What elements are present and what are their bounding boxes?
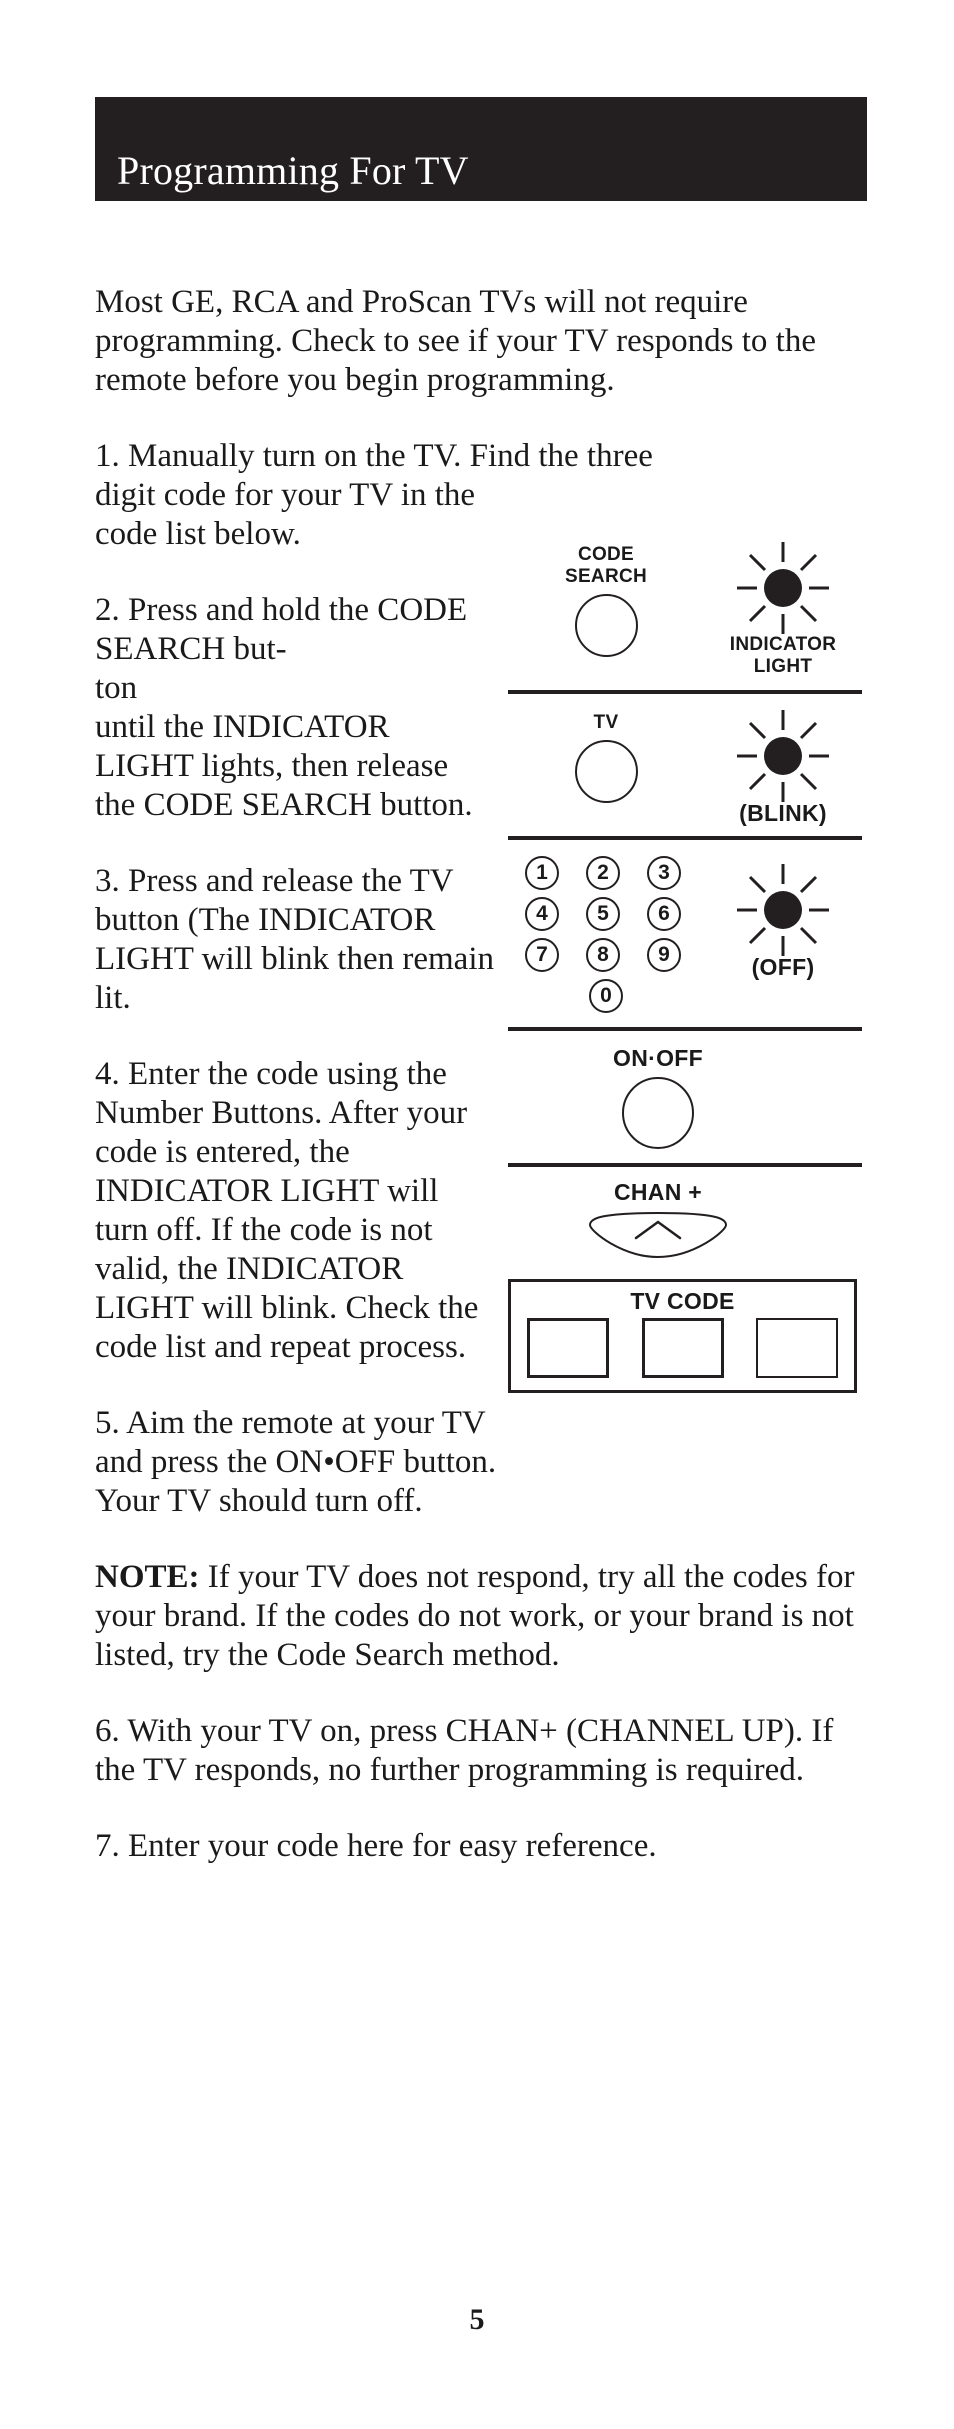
tv-code-slot-3[interactable] — [756, 1318, 838, 1378]
intro-paragraph: Most GE, RCA and ProScan TVs will not re… — [95, 284, 816, 398]
step-7: 7. Enter your code here for easy referen… — [95, 1828, 657, 1864]
tv-code-title: TV CODE — [630, 1288, 735, 1314]
tv-button[interactable] — [574, 740, 638, 803]
step-2-cont-b: until the INDICATOR LIGHT lights, then r… — [95, 709, 473, 823]
diagram-panel-tv-code: TV CODE — [508, 1279, 862, 1393]
tv-button-label: TV — [593, 712, 619, 733]
tv-code-slot-1[interactable] — [527, 1318, 609, 1378]
key-4[interactable]: 4 — [525, 897, 559, 931]
diagram-panel-chan-up: CHAN + — [508, 1167, 862, 1279]
diagram-panel-code-search: CODE SEARCH INDICATOR LIGHT — [508, 540, 862, 690]
key-3[interactable]: 3 — [647, 856, 681, 890]
chan-up-rocker-button[interactable] — [584, 1209, 732, 1261]
note-paragraph: NOTE: If your TV does not respond, try a… — [95, 1558, 855, 1675]
step-5: 5. Aim the remote at your TV and press t… — [95, 1405, 497, 1519]
indicator-light-label-line2: LIGHT — [753, 656, 813, 677]
key-5[interactable]: 5 — [586, 897, 620, 931]
page-number: 5 — [469, 2303, 485, 2336]
remote-diagram-column: CODE SEARCH INDICATOR LIGHT TV (BLINK) 1… — [508, 540, 864, 1393]
tv-code-slot-2[interactable] — [641, 1318, 724, 1378]
key-8[interactable]: 8 — [586, 938, 620, 972]
code-search-label-line1: CODE — [577, 544, 635, 565]
diagram-panel-number-keypad: 1 2 3 4 5 6 7 8 9 0 (OFF) — [508, 840, 862, 1027]
on-off-label: ON·OFF — [613, 1045, 703, 1071]
note-text: If your TV does not respond, try all the… — [95, 1559, 855, 1673]
blink-indicator-icon — [735, 708, 831, 804]
manual-page: Programming For TV Most GE, RCA and ProS… — [0, 0, 954, 2429]
note-label: NOTE: — [95, 1559, 200, 1595]
step-1-lead: 1. Manually turn on the TV. Find the thr… — [95, 438, 653, 474]
key-2[interactable]: 2 — [586, 856, 620, 890]
step-2-cont-a: ton — [95, 670, 138, 706]
indicator-light-label-line1: INDICATOR — [729, 634, 837, 655]
key-0[interactable]: 0 — [589, 979, 623, 1013]
key-6[interactable]: 6 — [647, 897, 681, 931]
indicator-light-icon — [735, 540, 831, 636]
code-search-label-line2: SEARCH — [564, 566, 648, 587]
diagram-panel-tv-button: TV (BLINK) — [508, 694, 862, 836]
page-header-bar: Programming For TV — [95, 97, 867, 201]
step-1-rest: digit code for your TV in the code list … — [95, 477, 476, 552]
step-3: 3. Press and release the TV button (The … — [95, 863, 494, 1016]
tv-code-box: TV CODE — [508, 1279, 857, 1393]
on-off-button[interactable] — [622, 1077, 694, 1149]
off-indicator-icon — [735, 862, 831, 958]
step-4: 4. Enter the code using the Number Butto… — [95, 1056, 479, 1365]
step-2-lead: 2. Press and hold the CODE SEARCH but- — [95, 592, 468, 667]
tv-code-slot-row — [511, 1318, 854, 1378]
chan-up-label: CHAN + — [613, 1179, 703, 1205]
key-7[interactable]: 7 — [525, 938, 559, 972]
number-keypad: 1 2 3 4 5 6 7 8 9 — [525, 856, 687, 972]
code-search-button[interactable] — [574, 594, 638, 657]
page-title: Programming For TV — [117, 148, 469, 193]
key-9[interactable]: 9 — [647, 938, 681, 972]
diagram-panel-on-off: ON·OFF — [508, 1031, 862, 1163]
key-1[interactable]: 1 — [525, 856, 559, 890]
step-6: 6. With your TV on, press CHAN+ (CHANNEL… — [95, 1713, 834, 1788]
